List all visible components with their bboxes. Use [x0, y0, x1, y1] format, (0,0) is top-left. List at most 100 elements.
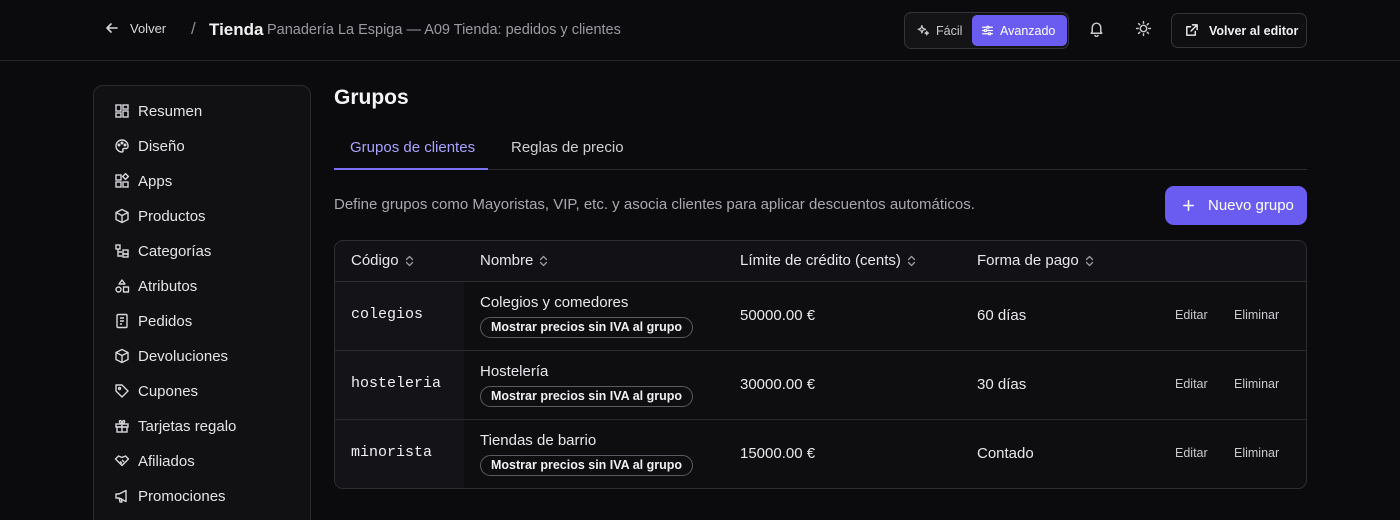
sidebar-item-apps[interactable]: Apps: [114, 170, 172, 192]
top-bar: Volver / Tienda Panadería La Espiga — A0…: [0, 0, 1400, 61]
sidebar-item-label: Promociones: [138, 487, 226, 505]
delete-button[interactable]: Eliminar: [1234, 377, 1279, 391]
table-row: minorista Tiendas de barrio Mostrar prec…: [335, 420, 1306, 488]
cell-name: Tiendas de barrio: [480, 432, 597, 449]
breadcrumb-separator: /: [191, 19, 196, 38]
edit-button[interactable]: Editar: [1175, 308, 1208, 322]
notifications-button[interactable]: [1088, 20, 1108, 40]
tabs: Grupos de clientes Reglas de precio: [334, 127, 1307, 170]
cell-name: Colegios y comedores: [480, 294, 629, 311]
sidebar-item-atributos[interactable]: Atributos: [114, 275, 197, 297]
sidebar-item-label: Atributos: [138, 277, 198, 295]
cell-payment: 30 días: [977, 376, 1027, 393]
back-to-editor-button[interactable]: Volver al editor: [1171, 13, 1307, 48]
mode-easy-button[interactable]: Fácil: [908, 15, 971, 46]
mode-easy-label: Fácil: [936, 23, 963, 38]
column-header-label: Forma de pago: [977, 252, 1079, 269]
palette-icon: [115, 139, 129, 153]
sidebar-item-label: Cupones: [138, 382, 199, 400]
delete-button[interactable]: Eliminar: [1234, 446, 1279, 460]
sidebar: Resumen Diseño Apps Productos Categorías…: [93, 85, 311, 520]
page-title: Grupos: [334, 86, 409, 109]
bell-icon: [1090, 22, 1103, 38]
sidebar-item-label: Afiliados: [138, 452, 195, 470]
column-header-codigo[interactable]: Código: [351, 252, 414, 269]
sidebar-item-tarjetas-regalo[interactable]: Tarjetas regalo: [114, 415, 236, 437]
sidebar-item-productos[interactable]: Productos: [114, 205, 206, 227]
column-header-nombre[interactable]: Nombre: [480, 252, 548, 269]
cell-payment: Contado: [977, 445, 1034, 462]
delete-button[interactable]: Eliminar: [1234, 308, 1279, 322]
new-group-button[interactable]: Nuevo grupo: [1165, 186, 1307, 225]
theme-toggle-button[interactable]: [1135, 20, 1155, 40]
sparkles-icon: [917, 25, 930, 36]
sort-icon: [907, 255, 916, 266]
mode-advanced-label: Avanzado: [1000, 23, 1056, 38]
arrow-left-icon: [106, 23, 118, 33]
store-subtitle: Panadería La Espiga — A09 Tienda: pedido…: [267, 22, 621, 38]
dashboard-icon: [115, 104, 129, 118]
back-label: Volver: [130, 20, 167, 36]
categories-icon: [115, 244, 129, 258]
cell-code: minorista: [351, 444, 433, 461]
sun-icon: [1135, 20, 1152, 37]
box-icon: [115, 208, 129, 224]
cell-credit-limit: 15000.00 €: [740, 445, 816, 462]
cell-name: Hostelería: [480, 363, 549, 380]
cell-credit-limit: 30000.00 €: [740, 376, 816, 393]
return-box-icon: [115, 348, 129, 364]
back-to-editor-label: Volver al editor: [1209, 23, 1299, 38]
sidebar-item-label: Resumen: [138, 102, 203, 120]
column-header-label: Límite de crédito (cents): [740, 252, 901, 269]
column-header-limite-credito[interactable]: Límite de crédito (cents): [740, 252, 916, 269]
sort-icon: [405, 255, 413, 266]
cell-code: colegios: [351, 306, 424, 323]
sliders-icon: [982, 25, 993, 36]
sidebar-item-label: Productos: [138, 207, 206, 225]
sidebar-item-diseno[interactable]: Diseño: [114, 135, 185, 157]
groups-table: Código Nombre Límite de crédito (cents) …: [334, 240, 1307, 489]
edit-button[interactable]: Editar: [1175, 446, 1208, 460]
column-header-label: Nombre: [480, 252, 534, 269]
sidebar-item-label: Tarjetas regalo: [138, 417, 237, 435]
plus-icon: [1183, 200, 1194, 211]
mode-advanced-button[interactable]: Avanzado: [972, 15, 1067, 46]
sidebar-item-devoluciones[interactable]: Devoluciones: [114, 345, 228, 367]
table-row: hosteleria Hostelería Mostrar precios si…: [335, 351, 1306, 420]
tab-reglas-de-precio[interactable]: Reglas de precio: [511, 139, 624, 156]
external-link-icon: [1186, 24, 1198, 36]
edit-button[interactable]: Editar: [1175, 377, 1208, 391]
cell-credit-limit: 50000.00 €: [740, 307, 816, 324]
new-group-label: Nuevo grupo: [1208, 197, 1294, 214]
sidebar-item-label: Diseño: [138, 137, 185, 155]
sidebar-item-resumen[interactable]: Resumen: [114, 100, 202, 122]
sidebar-item-promociones[interactable]: Promociones: [114, 485, 226, 507]
tab-grupos-de-clientes[interactable]: Grupos de clientes: [350, 139, 475, 156]
sidebar-item-label: Devoluciones: [138, 347, 229, 365]
store-title: Tienda: [209, 20, 264, 39]
table-row: colegios Colegios y comedores Mostrar pr…: [335, 282, 1306, 351]
column-header-forma-pago[interactable]: Forma de pago: [977, 252, 1094, 269]
sort-icon: [540, 255, 548, 266]
sidebar-item-cupones[interactable]: Cupones: [114, 380, 198, 402]
sidebar-item-pedidos[interactable]: Pedidos: [114, 310, 192, 332]
sidebar-item-label: Pedidos: [138, 312, 193, 330]
back-button[interactable]: Volver: [104, 20, 166, 36]
gift-icon: [115, 419, 129, 433]
sort-icon: [1085, 255, 1093, 266]
receipt-icon: [116, 313, 128, 329]
handshake-icon: [114, 455, 130, 467]
tag-icon: [115, 384, 129, 398]
sidebar-item-label: Categorías: [138, 242, 212, 260]
table-header: Código Nombre Límite de crédito (cents) …: [335, 241, 1306, 282]
page-description: Define grupos como Mayoristas, VIP, etc.…: [334, 196, 975, 213]
tax-badge: Mostrar precios sin IVA al grupo: [480, 386, 694, 407]
sidebar-item-categorias[interactable]: Categorías: [114, 240, 211, 262]
tax-badge: Mostrar precios sin IVA al grupo: [480, 317, 694, 338]
tax-badge: Mostrar precios sin IVA al grupo: [480, 455, 694, 476]
cell-code: hosteleria: [351, 375, 442, 392]
active-tab-indicator: [334, 168, 488, 170]
sidebar-item-afiliados[interactable]: Afiliados: [114, 450, 195, 472]
cell-payment: 60 días: [977, 307, 1027, 324]
sidebar-item-label: Apps: [138, 172, 173, 190]
